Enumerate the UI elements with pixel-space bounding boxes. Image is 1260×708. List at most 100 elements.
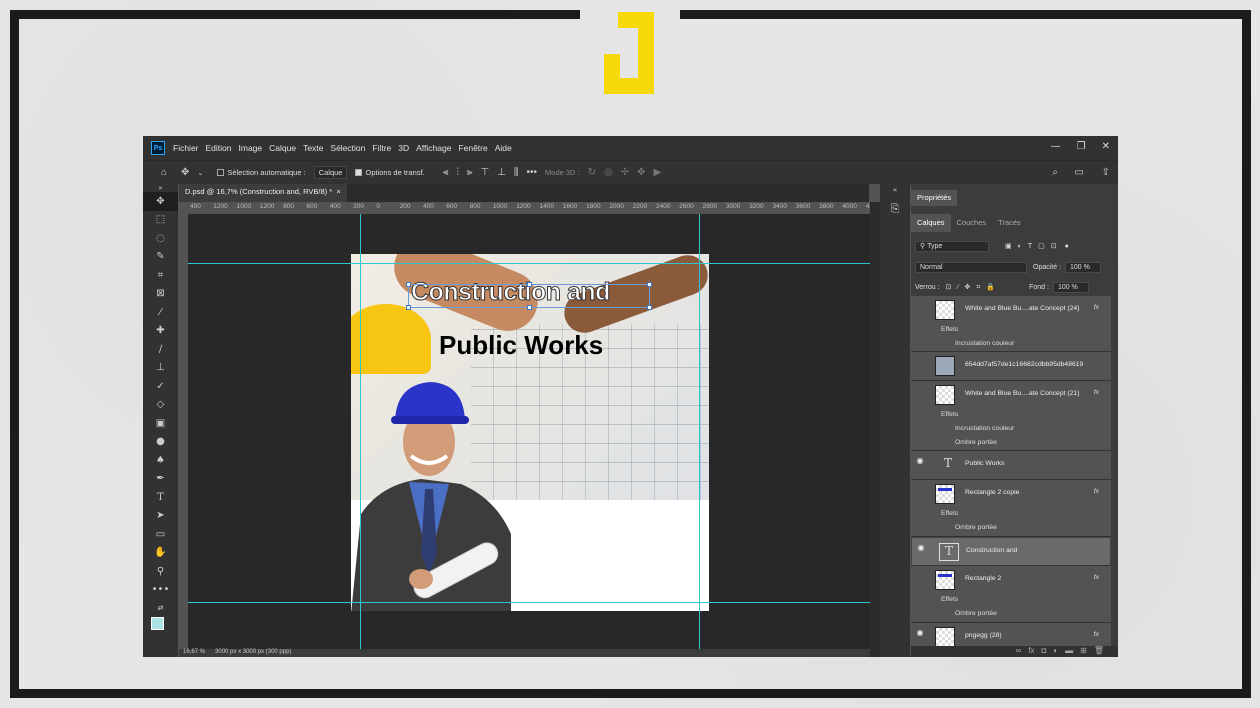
frame-tool-icon[interactable]: ⊠ [143,285,178,304]
scale-3d-icon[interactable]: ▶ [654,167,662,178]
align-left-icon[interactable]: ⫷ [443,167,449,178]
tab-calques[interactable]: Calques [911,214,951,232]
align-middle-icon[interactable]: ⊥ [497,167,506,178]
blend-mode-dropdown[interactable]: Normal [915,261,1027,273]
close-icon[interactable]: ✕ [1102,141,1110,152]
color-swatches[interactable] [143,616,178,637]
pan-3d-icon[interactable]: ✢ [621,167,629,178]
fx-icon[interactable]: fx [1094,574,1099,581]
menu-3d[interactable]: 3D [398,143,409,153]
tab-couches[interactable]: Couches [951,214,993,232]
fx-icon[interactable]: fx [1094,488,1099,495]
visibility-toggle[interactable] [915,386,925,396]
quick-select-tool-icon[interactable]: ✎ [143,248,178,267]
transform-handle[interactable] [406,282,411,287]
fill-input[interactable]: 100 % [1052,281,1089,293]
guide-vertical[interactable] [699,214,700,649]
menu-texte[interactable]: Texte [303,143,323,153]
chevron-down-icon[interactable]: ⌄ [197,169,203,177]
filter-icons[interactable]: ▣◐T▢⊡ [1005,242,1063,250]
move-icon[interactable]: ✥ [181,167,189,178]
zoom-tool-icon[interactable]: ⚲ [143,562,178,581]
guide-horizontal[interactable] [188,602,870,603]
transform-handle[interactable] [406,305,411,310]
stamp-tool-icon[interactable]: ⊥ [143,359,178,378]
move-tool-icon[interactable]: ✥ [143,192,178,211]
menu-fichier[interactable]: Fichier [173,143,199,153]
distribute-icon[interactable]: ⫼ [514,167,519,178]
blur-tool-icon[interactable]: ● [143,433,178,452]
auto-select-checkbox[interactable]: Sélection automatique : [217,168,306,177]
transform-handle[interactable] [527,282,532,287]
eye-icon[interactable]: ◉ [916,543,926,553]
tab-traces[interactable]: Tracés [992,214,1027,232]
adjustment-layer-icon[interactable]: ◐ [1053,646,1058,657]
properties-panel-title[interactable]: Propriétés [911,190,958,206]
link-layers-icon[interactable]: ∞ [1016,646,1022,657]
fx-icon[interactable]: fx [1094,389,1099,396]
visibility-toggle[interactable] [915,571,925,581]
layer-row-selected[interactable]: ◉ T Construction and [911,537,1111,566]
heading-line2[interactable]: Public Works [439,330,603,361]
gradient-tool-icon[interactable]: ▣ [143,414,178,433]
menu-calque[interactable]: Calque [269,143,296,153]
guide-horizontal[interactable] [188,263,870,264]
vertical-scrollbar[interactable] [870,202,880,657]
eye-icon[interactable]: ◉ [915,456,925,466]
orbit-3d-icon[interactable]: ↻ [588,167,596,178]
document-tab[interactable]: D.psd @ 16,7% (Construction and, RVB/8) … [179,184,347,202]
add-mask-icon[interactable]: ◘ [1041,646,1046,657]
minimize-icon[interactable]: — [1051,141,1061,152]
close-tab-icon[interactable]: × [336,187,340,196]
transform-handle[interactable] [647,305,652,310]
swap-colors-icon[interactable]: ⇄ [143,599,178,618]
canvas-area[interactable]: Construction and Public Works [188,214,870,649]
menu-filtre[interactable]: Filtre [372,143,391,153]
document-canvas[interactable]: Construction and Public Works [351,254,709,611]
slide-3d-icon[interactable]: ✥ [637,167,645,178]
layer-row[interactable]: White and Blue Bu....ate Concept (24) fx… [911,296,1111,352]
layer-row[interactable]: White and Blue Bu....ate Concept (21) fx… [911,381,1111,451]
menu-aide[interactable]: Aide [495,143,512,153]
eye-icon[interactable]: ◉ [915,628,925,638]
opacity-input[interactable]: 100 % [1065,261,1102,273]
roll-3d-icon[interactable]: ◎ [604,167,613,178]
lasso-tool-icon[interactable]: ◌ [143,229,178,248]
transform-handle[interactable] [647,282,652,287]
fx-icon[interactable]: fx [1094,304,1099,311]
align-top-icon[interactable]: ⊤ [480,167,489,178]
hand-tool-icon[interactable]: ✋ [143,544,178,563]
healing-tool-icon[interactable]: ✚ [143,322,178,341]
menu-edition[interactable]: Edition [206,143,232,153]
new-layer-icon[interactable]: ⊞ [1080,646,1087,657]
layer-filter-dropdown[interactable]: ⚲ Type [915,240,989,252]
properties-icon[interactable]: ⎘ [880,202,910,216]
align-right-icon[interactable]: ⫸ [467,167,473,178]
eyedropper-tool-icon[interactable]: ⁄ [143,303,178,322]
filter-toggle-icon[interactable]: ● [1065,243,1069,250]
more-options-icon[interactable]: ••• [527,167,538,178]
layer-row[interactable]: 654dd7af57de1c16682cdbb95db48619 [911,352,1111,381]
eraser-tool-icon[interactable]: ◇ [143,396,178,415]
brush-tool-icon[interactable]: ∕ [143,340,178,359]
share-icon[interactable]: ⇪ [1102,167,1110,178]
menu-affichage[interactable]: Affichage [416,143,451,153]
restore-icon[interactable]: ❐ [1077,141,1086,152]
marquee-tool-icon[interactable]: ⬚ [143,211,178,230]
dodge-tool-icon[interactable]: ♠ [143,451,178,470]
delete-layer-icon[interactable]: 🗑 [1094,646,1104,657]
layer-row[interactable]: Rectangle 2 copie fx Effets Ombre portée [911,480,1111,537]
add-style-icon[interactable]: fx [1028,646,1034,657]
type-tool-icon[interactable]: T [143,488,178,507]
auto-select-dropdown[interactable]: Calque [313,166,348,179]
home-icon[interactable]: ⌂ [161,167,167,178]
history-brush-icon[interactable]: ✓ [143,377,178,396]
visibility-toggle[interactable] [915,301,925,311]
workspace-icon[interactable]: ▭ [1075,167,1084,178]
status-zoom[interactable]: 16,67 % [183,649,205,655]
menu-selection[interactable]: Sélection [330,143,365,153]
pen-tool-icon[interactable]: ✒ [143,470,178,489]
visibility-toggle[interactable] [915,485,925,495]
transform-checkbox[interactable]: Options de transf. [355,168,425,177]
lock-icons[interactable]: ⊡∕✥⌗🔒 [946,283,1002,292]
